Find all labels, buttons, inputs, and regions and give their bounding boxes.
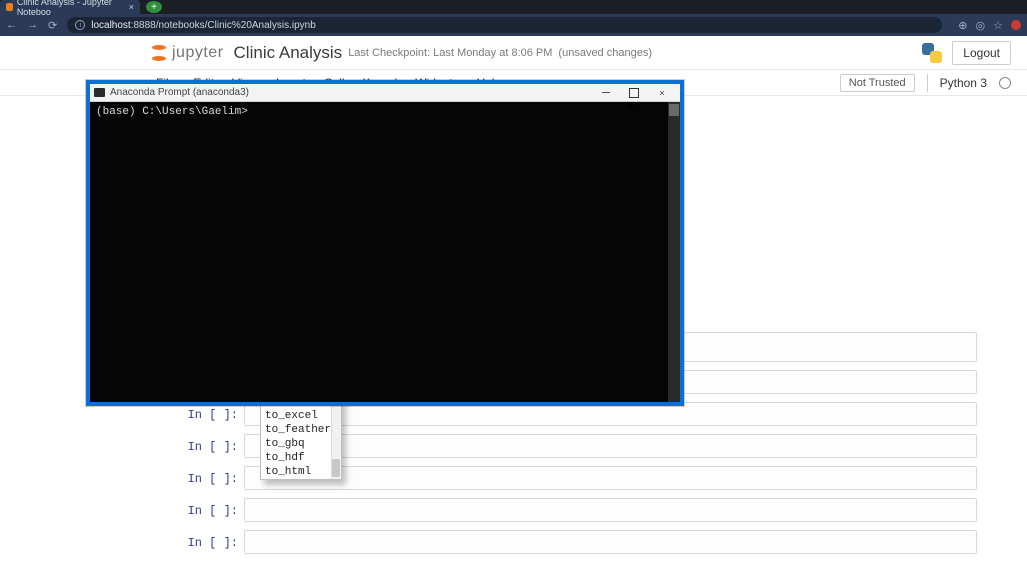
tab-favicon [6,3,13,11]
cmd-output-line: (base) C:\Users\Gaelim> [90,102,680,122]
code-cell-input[interactable] [244,466,977,490]
tab-close-icon[interactable]: × [129,2,134,12]
autocomplete-scrollbar[interactable] [331,395,341,479]
cmd-titlebar[interactable]: Anaconda Prompt (anaconda3) × [90,84,680,102]
kernel-status-icon [999,77,1011,89]
python-logo-icon [922,43,942,63]
code-cell-input[interactable] [244,434,977,458]
kernel-name[interactable]: Python 3 [940,76,987,90]
cmd-scrollbar[interactable] [668,102,680,402]
cmd-title: Anaconda Prompt (anaconda3) [110,87,249,98]
autocomplete-item[interactable]: to_gbq [261,437,341,451]
anaconda-prompt-window[interactable]: Anaconda Prompt (anaconda3) × (base) C:\… [86,80,684,406]
cell-prompt: In [ ]: [170,530,244,550]
autocomplete-item[interactable]: to_hdf [261,451,341,465]
separator [927,74,928,92]
minimize-button[interactable] [592,85,620,101]
cell-row: In [ ]: [170,498,977,522]
logout-button[interactable]: Logout [952,41,1011,65]
reload-icon[interactable]: ⟳ [48,19,57,32]
cmd-body[interactable]: (base) C:\Users\Gaelim> [90,102,680,402]
jupyter-logo[interactable]: jupyter [150,44,224,62]
close-button[interactable]: × [648,85,676,101]
profile-icon[interactable] [1011,20,1021,30]
autocomplete-item[interactable]: to_feather [261,423,341,437]
cell-prompt: In [ ]: [170,498,244,518]
zoom-icon[interactable]: ⊕ [958,19,967,32]
scrollbar-thumb[interactable] [669,104,679,116]
autocomplete-popup[interactable]: to_dict to_excel to_feather to_gbq to_hd… [260,394,342,480]
browser-tab[interactable]: Clinic Analysis - Jupyter Noteboo × [0,0,140,14]
code-cell-input[interactable] [244,530,977,554]
url-text: localhost:8888/notebooks/Clinic%20Analys… [91,20,316,31]
jupyter-logo-text: jupyter [172,44,224,62]
extension-icon[interactable]: ◎ [976,19,986,32]
tab-title: Clinic Analysis - Jupyter Noteboo [17,0,129,17]
not-trusted-button[interactable]: Not Trusted [840,74,915,92]
autocomplete-item[interactable]: to_excel [261,409,341,423]
unsaved-text: (unsaved changes) [558,47,652,59]
code-cell-input[interactable] [244,498,977,522]
address-bar[interactable]: i localhost:8888/notebooks/Clinic%20Anal… [67,17,942,33]
site-info-icon[interactable]: i [75,20,85,30]
checkpoint-text: Last Checkpoint: Last Monday at 8:06 PM [348,47,552,59]
autocomplete-item[interactable]: to_html [261,465,341,479]
notebook-title[interactable]: Clinic Analysis [234,43,343,63]
new-tab-button[interactable]: + [146,1,162,13]
browser-toolbar: ← → ⟳ i localhost:8888/notebooks/Clinic%… [0,14,1027,36]
back-icon[interactable]: ← [6,19,17,31]
forward-icon[interactable]: → [27,19,38,31]
scrollbar-thumb[interactable] [332,459,340,477]
bookmark-icon[interactable]: ☆ [993,19,1003,32]
cmd-icon [94,88,105,97]
jupyter-logo-icon [150,44,168,62]
browser-tab-strip: Clinic Analysis - Jupyter Noteboo × + [0,0,1027,14]
jupyter-header: jupyter Clinic Analysis Last Checkpoint:… [0,36,1027,70]
cell-prompt: In [ ]: [170,434,244,454]
cell-row: In [ ]: [170,530,977,554]
cell-prompt: In [ ]: [170,466,244,486]
